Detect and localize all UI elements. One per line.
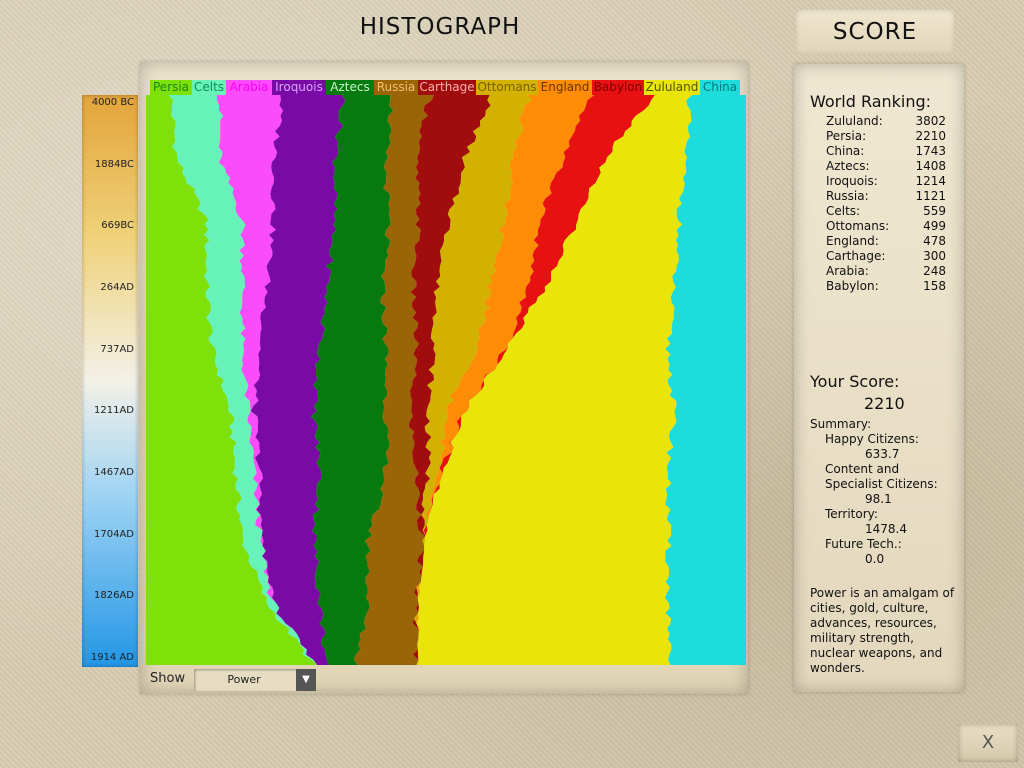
histograph-chart — [146, 95, 746, 665]
ranking-civ-score: 158 — [923, 279, 946, 293]
ranking-civ-name: Aztecs: — [826, 159, 870, 173]
world-ranking-heading: World Ranking: — [810, 92, 932, 111]
territory-value: 1478.4 — [865, 522, 907, 536]
ranking-civ-name: Babylon: — [826, 279, 879, 293]
chevron-down-icon[interactable]: ▼ — [296, 669, 316, 691]
ranking-civ-score: 1214 — [915, 174, 946, 188]
your-score-value: 2210 — [864, 394, 905, 413]
time-tick: 1467AD — [94, 467, 134, 478]
timeline-bar: 4000 BC 1884BC 669BC 264AD 737AD 1211AD 1467AD… — [82, 95, 138, 667]
power-note: Power is an amalgam of cities, gold, cul… — [810, 586, 955, 675]
legend-item-carthage: Carthage — [418, 80, 476, 95]
ranking-row: Babylon: 158 — [826, 279, 946, 294]
ranking-civ-name: Carthage: — [826, 249, 886, 263]
ranking-row: China: 1743 — [826, 144, 946, 159]
ranking-row: Ottomans: 499 — [826, 219, 946, 234]
time-tick: 1914 AD — [90, 652, 134, 663]
ranking-civ-name: Russia: — [826, 189, 869, 203]
time-tick: 264AD — [100, 282, 134, 293]
legend-item-zululand: Zululand — [644, 80, 700, 95]
time-tick: 1211AD — [94, 405, 134, 417]
ranking-row: Iroquois: 1214 — [826, 174, 946, 189]
page-title: HISTOGRAPH — [359, 14, 521, 40]
ranking-civ-name: England: — [826, 234, 879, 248]
ranking-civ-name: China: — [826, 144, 865, 158]
ranking-civ-name: Iroquois: — [826, 174, 878, 188]
legend-item-persia: Persia — [150, 80, 192, 95]
legend-item-babylon: Babylon — [592, 80, 644, 95]
time-tick: 1884BC — [94, 158, 134, 170]
show-label: Show — [150, 671, 186, 686]
territory-label: Territory: — [825, 507, 878, 521]
legend-item-england: England — [538, 80, 592, 95]
ranking-civ-score: 300 — [923, 249, 946, 263]
score-panel: World Ranking: Zululand: 3802 Persia: 2210 C… — [794, 64, 964, 692]
score-summary: Summary: Happy Citizens: 633.7 Content a… — [810, 417, 960, 567]
ranking-civ-name: Persia: — [826, 129, 867, 143]
ranking-civ-score: 1121 — [915, 189, 946, 203]
show-dropdown-value: Power — [227, 673, 261, 686]
content-value: 98.1 — [865, 492, 892, 506]
future-label: Future Tech.: — [825, 537, 902, 551]
legend-item-celts: Celts — [192, 80, 226, 95]
ranking-civ-name: Ottomans: — [826, 219, 890, 233]
ranking-row: Arabia: 248 — [826, 264, 946, 279]
ranking-civ-score: 1408 — [915, 159, 946, 173]
ranking-civ-score: 478 — [923, 234, 946, 248]
legend-item-aztecs: Aztecs — [326, 80, 374, 95]
close-button[interactable]: X — [958, 724, 1018, 762]
ranking-civ-score: 248 — [923, 264, 946, 278]
show-dropdown[interactable]: Power ▼ — [194, 669, 316, 691]
ranking-row: Persia: 2210 — [826, 129, 946, 144]
ranking-civ-score: 1743 — [915, 144, 946, 158]
civ-legend: Persia Celts Arabia Iroquois Aztecs Russia Car… — [150, 80, 744, 95]
ranking-row: Aztecs: 1408 — [826, 159, 946, 174]
content-label-1: Content and — [825, 462, 900, 476]
ranking-civ-score: 3802 — [915, 114, 946, 128]
legend-item-russia: Russia — [374, 80, 418, 95]
your-score-heading: Your Score: — [810, 372, 900, 391]
score-tab[interactable]: SCORE — [796, 10, 954, 54]
legend-item-arabia: Arabia — [226, 80, 272, 95]
ranking-row: Carthage: 300 — [826, 249, 946, 264]
time-tick: 1704AD — [94, 528, 134, 540]
ranking-civ-name: Celts: — [826, 204, 861, 218]
legend-item-iroquois: Iroquois — [272, 80, 326, 95]
ranking-civ-score: 499 — [923, 219, 946, 233]
time-tick: 1826AD — [94, 590, 134, 602]
world-ranking-list: Zululand: 3802 Persia: 2210 China: 1743 Aztecs… — [826, 114, 946, 294]
time-tick: 669BC — [101, 220, 134, 232]
time-tick: 737AD — [100, 343, 134, 355]
legend-item-ottomans: Ottomans — [476, 80, 538, 95]
happy-label: Happy Citizens: — [825, 432, 919, 446]
ranking-civ-name: Zululand: — [826, 114, 883, 128]
happy-value: 633.7 — [865, 447, 900, 461]
ranking-row: Celts: 559 — [826, 204, 946, 219]
ranking-row: England: 478 — [826, 234, 946, 249]
summary-label: Summary: — [810, 417, 872, 431]
ranking-row: Russia: 1121 — [826, 189, 946, 204]
ranking-civ-name: Arabia: — [826, 264, 869, 278]
time-tick: 4000 BC — [91, 97, 134, 108]
ranking-row: Zululand: 3802 — [826, 114, 946, 129]
ranking-civ-score: 2210 — [915, 129, 946, 143]
ranking-civ-score: 559 — [923, 204, 946, 218]
future-value: 0.0 — [865, 552, 885, 566]
legend-item-china: China — [700, 80, 740, 95]
content-label-2: Specialist Citizens: — [825, 477, 938, 491]
